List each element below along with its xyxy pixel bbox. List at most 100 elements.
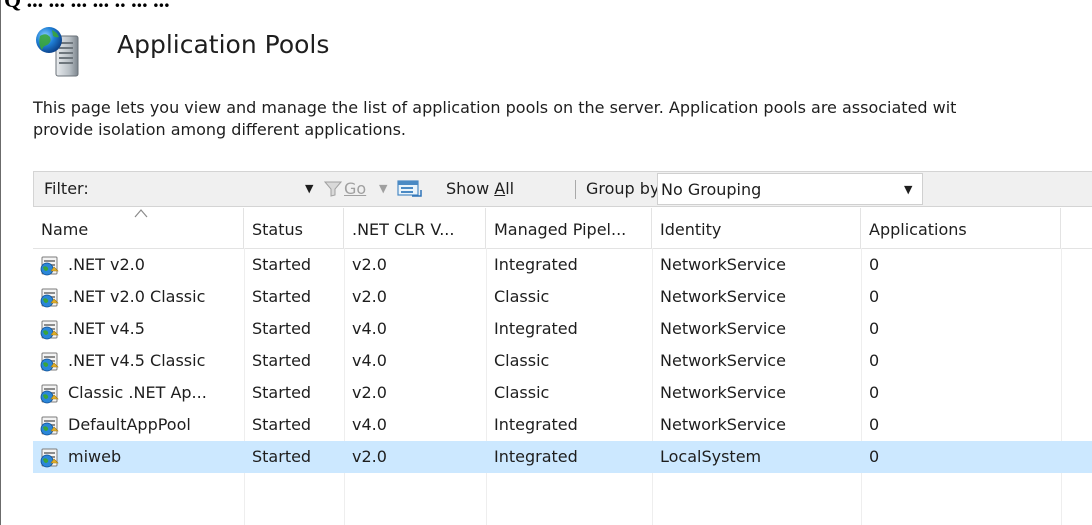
pool-name: .NET v4.5 Classic [68,351,206,370]
table-row[interactable]: .NET v2.0 Started v2.0 Integrated NetworkSer… [33,249,1092,281]
toolbar-separator [575,180,576,199]
application-pool-icon [39,351,61,372]
column-header-pipeline[interactable]: Managed Pipel... [486,208,652,248]
table-row[interactable]: .NET v4.5 Started v4.0 Integrated NetworkSer… [33,313,1092,345]
column-header-label: Identity [660,220,722,239]
pool-name: .NET v2.0 [68,255,145,274]
application-pool-icon [39,447,61,468]
application-pool-icon [39,415,61,436]
server-globe-icon [36,27,79,77]
pool-name: .NET v4.5 [68,319,145,338]
identity-cell: NetworkService [660,255,786,274]
clr-version-cell: v4.0 [352,415,387,434]
clr-version-cell: v4.0 [352,319,387,338]
name-cell: .NET v4.5 [33,313,244,345]
status-cell: Started [252,447,312,466]
table-row[interactable]: Classic .NET Ap... Started v2.0 Classic Netw… [33,377,1092,409]
grouping-select[interactable]: No Grouping ▼ [657,173,923,205]
show-all-icon [397,180,422,197]
go-dropdown-arrow-icon[interactable]: ▼ [379,172,387,206]
pool-name: DefaultAppPool [68,415,191,434]
status-cell: Started [252,255,312,274]
applications-cell: 0 [869,351,880,370]
filter-dropdown-arrow-icon[interactable]: ▼ [305,172,313,206]
filter-toolbar: Filter: ▼ Go ▼ Show All Group by: No Gro… [33,171,1092,207]
column-header-label: .NET CLR V... [352,220,455,239]
column-header-label: Managed Pipel... [494,220,627,239]
table-row[interactable]: miweb Started v2.0 Integrated LocalSystem 0 [33,441,1092,473]
sort-ascending-icon [134,209,148,218]
applications-cell: 0 [869,383,880,402]
name-cell: Classic .NET Ap... [33,377,244,409]
column-header-label: Status [252,220,303,239]
column-header-applications[interactable]: Applications [861,208,1061,248]
application-pool-icon [39,383,61,404]
pipeline-cell: Classic [494,351,550,370]
applications-cell: 0 [869,255,880,274]
column-header-identity[interactable]: Identity [652,208,861,248]
table-row[interactable]: DefaultAppPool Started v4.0 Integrated Netwo… [33,409,1092,441]
pool-name: Classic .NET Ap... [68,383,207,402]
application-pools-table: Name Status .NET CLR V... Managed Pipel.… [33,208,1092,525]
column-header-status[interactable]: Status [244,208,344,248]
show-all-button[interactable]: Show All [446,172,514,206]
pipeline-cell: Integrated [494,319,578,338]
window-left-border [0,0,1,525]
column-header-name[interactable]: Name [33,208,244,248]
identity-cell: NetworkService [660,383,786,402]
name-cell: miweb [33,441,244,473]
table-header: Name Status .NET CLR V... Managed Pipel.… [33,208,1092,249]
clr-version-cell: v2.0 [352,447,387,466]
description-line-1: This page lets you view and manage the l… [33,98,957,117]
pool-name: .NET v2.0 Classic [68,287,206,306]
show-all-label: Show All [446,179,515,198]
identity-cell: NetworkService [660,287,786,306]
table-row[interactable]: .NET v2.0 Classic Started v2.0 Classic Netwo… [33,281,1092,313]
name-cell: DefaultAppPool [33,409,244,441]
table-row[interactable]: .NET v4.5 Classic Started v4.0 Classic Netwo… [33,345,1092,377]
pipeline-cell: Classic [494,287,550,306]
status-cell: Started [252,287,312,306]
description-line-2: provide isolation among different applic… [33,120,407,139]
identity-cell: LocalSystem [660,447,762,466]
filter-input[interactable] [122,176,302,202]
applications-cell: 0 [869,287,880,306]
status-cell: Started [252,383,312,402]
page-title: Application Pools [117,30,330,59]
identity-cell: NetworkService [660,319,786,338]
clr-version-cell: v2.0 [352,287,387,306]
column-header-label: Name [41,220,89,239]
pipeline-cell: Integrated [494,255,578,274]
funnel-icon [324,181,342,197]
pool-name: miweb [68,447,122,466]
name-cell: .NET v4.5 Classic [33,345,244,377]
cropped-heading-fragment: Q ... ... ... ... .. ... ... [4,0,170,12]
identity-cell: NetworkService [660,415,786,434]
column-header-label: Applications [869,220,967,239]
applications-cell: 0 [869,319,880,338]
application-pool-icon [39,255,61,276]
identity-cell: NetworkService [660,351,786,370]
name-cell: .NET v2.0 [33,249,244,281]
column-header-clr-version[interactable]: .NET CLR V... [344,208,486,248]
filter-label: Filter: [44,179,89,198]
clr-version-cell: v2.0 [352,383,387,402]
grouping-value: No Grouping [661,180,762,199]
status-cell: Started [252,351,312,370]
pipeline-cell: Classic [494,383,550,402]
page-description: This page lets you view and manage the l… [33,97,1092,141]
status-cell: Started [252,319,312,338]
applications-cell: 0 [869,447,880,466]
pipeline-cell: Integrated [494,447,578,466]
group-by-label: Group by: [586,179,664,198]
clr-version-cell: v2.0 [352,255,387,274]
chevron-down-icon: ▼ [904,183,913,196]
go-button[interactable]: Go [344,172,366,206]
application-pool-icon [39,319,61,340]
status-cell: Started [252,415,312,434]
application-pool-icon [39,287,61,308]
name-cell: .NET v2.0 Classic [33,281,244,313]
applications-cell: 0 [869,415,880,434]
clr-version-cell: v4.0 [352,351,387,370]
pipeline-cell: Integrated [494,415,578,434]
